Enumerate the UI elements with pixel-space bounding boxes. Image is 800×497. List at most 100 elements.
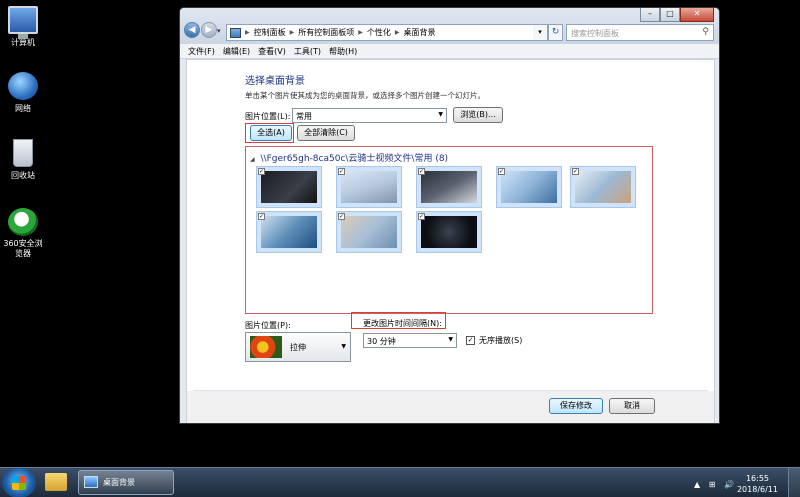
window-controls: – □ ✕ — [640, 8, 714, 22]
thumbnail-checkbox[interactable]: ✓ — [418, 213, 425, 220]
desktop-icon-360-browser[interactable]: 360安全浏览器 — [0, 208, 46, 259]
breadcrumb-separator-icon: ▶ — [289, 29, 295, 36]
highlight-box — [245, 123, 294, 143]
interval-label: 更改图片时间间隔(N): — [363, 319, 442, 328]
desktop-background-icon — [84, 476, 98, 488]
desktop-icon-network[interactable]: 网络 — [0, 72, 46, 114]
picture-position-value: 拉伸 — [290, 343, 306, 352]
picture-position-label: 图片位置(P): — [245, 321, 291, 330]
search-input[interactable]: 搜索控制面板 ⚲ — [566, 24, 714, 41]
gallery-folder-path: \\Fger65gh-8ca50c\云骑士视频文件\常用 (8) — [260, 154, 449, 164]
desktop-icon-label: 回收站 — [11, 171, 35, 180]
refresh-button[interactable]: ↻ — [548, 24, 563, 41]
picture-location-value: 常用 — [296, 112, 312, 121]
picture-location-select[interactable]: 常用 ▼ — [292, 108, 447, 123]
wallpaper-thumbnail[interactable]: ✓ — [416, 166, 482, 208]
chevron-down-icon: ▼ — [448, 336, 453, 343]
menu-view[interactable]: 查看(V) — [258, 46, 286, 57]
thumbnail-checkbox[interactable]: ✓ — [572, 168, 579, 175]
desktop-icon-computer[interactable]: 计算机 — [0, 6, 46, 48]
recycle-bin-icon — [13, 139, 33, 167]
minimize-button[interactable]: – — [640, 8, 660, 22]
wallpaper-image — [341, 216, 397, 248]
tray-icons[interactable]: ▲ ⊞ 🔊 — [694, 480, 737, 489]
thumbnail-checkbox[interactable]: ✓ — [338, 213, 345, 220]
breadcrumb-desktop-background[interactable]: 桌面背景 — [404, 27, 436, 38]
wallpaper-thumbnail[interactable]: ✓ — [256, 166, 322, 208]
browser-360-icon — [8, 208, 38, 236]
explorer-folder-icon[interactable] — [45, 473, 67, 491]
wallpaper-image — [421, 171, 477, 203]
page-title: 选择桌面背景 — [245, 76, 305, 87]
network-icon — [8, 72, 38, 100]
wallpaper-thumbnail[interactable]: ✓ — [336, 211, 402, 253]
clear-all-button[interactable]: 全部清除(C) — [297, 125, 355, 141]
clock-time: 16:55 — [745, 474, 770, 483]
taskbar: 桌面背景 ▲ ⊞ 🔊 16:55 2018/6/11 — [0, 467, 800, 497]
picture-location-label: 图片位置(L): — [245, 112, 291, 121]
desktop-icon-label: 360安全浏览器 — [3, 239, 43, 258]
menu-edit[interactable]: 编辑(E) — [223, 46, 250, 57]
menu-help[interactable]: 帮助(H) — [329, 46, 357, 57]
back-button[interactable]: ◀ — [184, 22, 200, 38]
thumbnail-checkbox[interactable]: ✓ — [418, 168, 425, 175]
show-desktop-button[interactable] — [788, 468, 800, 497]
desktop-icon-label: 网络 — [15, 104, 31, 113]
breadcrumb-all-items[interactable]: 所有控制面板项 — [298, 27, 354, 38]
system-tray: ▲ ⊞ 🔊 16:55 2018/6/11 — [690, 468, 800, 497]
search-icon: ⚲ — [702, 27, 709, 37]
wallpaper-thumbnail[interactable]: ✓ — [336, 166, 402, 208]
address-history-dropdown[interactable]: ▾ — [533, 24, 548, 41]
title-bar: – □ ✕ ◀ ▶ ▾ ▶ 控制面板 ▶ 所有控制面板项 ▶ 个性化 ▶ 桌面背… — [180, 8, 719, 44]
control-panel-icon — [230, 27, 241, 38]
chevron-down-icon: ▼ — [438, 111, 443, 118]
maximize-button[interactable]: □ — [660, 8, 680, 22]
menu-tools[interactable]: 工具(T) — [294, 46, 321, 57]
interval-value: 30 分钟 — [367, 337, 396, 346]
breadcrumb-separator-icon: ▶ — [358, 29, 363, 36]
wallpaper-thumbnail[interactable]: ✓ — [570, 166, 636, 208]
start-button[interactable] — [2, 468, 36, 497]
breadcrumb-separator-icon: ▶ — [245, 29, 250, 36]
taskbar-item-desktop-background[interactable]: 桌面背景 — [78, 470, 174, 495]
clock-date: 2018/6/11 — [736, 485, 778, 494]
cancel-button[interactable]: 取消 — [609, 398, 655, 414]
wallpaper-image — [261, 216, 317, 248]
taskbar-item-label: 桌面背景 — [103, 478, 135, 487]
save-button[interactable]: 保存修改 — [549, 398, 603, 414]
interval-select[interactable]: 30 分钟 ▼ — [363, 333, 457, 348]
wallpaper-image — [501, 171, 557, 203]
chevron-down-icon: ▼ — [341, 343, 346, 350]
collapse-icon: ◢ — [250, 156, 255, 163]
breadcrumb-control-panel[interactable]: 控制面板 — [254, 27, 286, 38]
browse-button[interactable]: 浏览(B)... — [453, 107, 503, 123]
breadcrumb-separator-icon: ▶ — [394, 29, 400, 36]
wallpaper-thumbnail[interactable]: ✓ — [496, 166, 562, 208]
clock[interactable]: 16:55 2018/6/11 — [737, 473, 778, 495]
shuffle-checkbox[interactable]: ✓ — [466, 336, 475, 345]
content-pane: 选择桌面背景 单击某个图片使其成为您的桌面背景，或选择多个图片创建一个幻灯片。 … — [186, 59, 715, 423]
computer-icon — [8, 6, 38, 39]
close-button[interactable]: ✕ — [680, 8, 714, 22]
desktop-icon-recycle-bin[interactable]: 回收站 — [0, 139, 46, 181]
thumbnail-checkbox[interactable]: ✓ — [258, 168, 265, 175]
thumbnail-checkbox[interactable]: ✓ — [338, 168, 345, 175]
wallpaper-thumbnail[interactable]: ✓ — [416, 211, 482, 253]
breadcrumb-personalization[interactable]: 个性化 — [367, 27, 391, 38]
footer-bar: 保存修改 取消 — [187, 391, 714, 423]
recent-pages-dropdown[interactable]: ▾ — [217, 27, 221, 35]
thumbnail-checkbox[interactable]: ✓ — [498, 168, 505, 175]
wallpaper-image — [421, 216, 477, 248]
gallery-header[interactable]: ◢ \\Fger65gh-8ca50c\云骑士视频文件\常用 (8) — [250, 151, 448, 164]
position-preview-image — [250, 336, 282, 358]
forward-button[interactable]: ▶ — [201, 22, 217, 38]
control-panel-window: – □ ✕ ◀ ▶ ▾ ▶ 控制面板 ▶ 所有控制面板项 ▶ 个性化 ▶ 桌面背… — [179, 7, 720, 424]
wallpaper-image — [261, 171, 317, 203]
address-bar[interactable]: ▶ 控制面板 ▶ 所有控制面板项 ▶ 个性化 ▶ 桌面背景 — [226, 24, 561, 41]
menu-file[interactable]: 文件(F) — [188, 46, 215, 57]
wallpaper-image — [341, 171, 397, 203]
thumbnail-checkbox[interactable]: ✓ — [258, 213, 265, 220]
wallpaper-thumbnail[interactable]: ✓ — [256, 211, 322, 253]
picture-position-select[interactable]: 拉伸 ▼ — [245, 332, 351, 362]
page-description: 单击某个图片使其成为您的桌面背景，或选择多个图片创建一个幻灯片。 — [245, 91, 485, 100]
